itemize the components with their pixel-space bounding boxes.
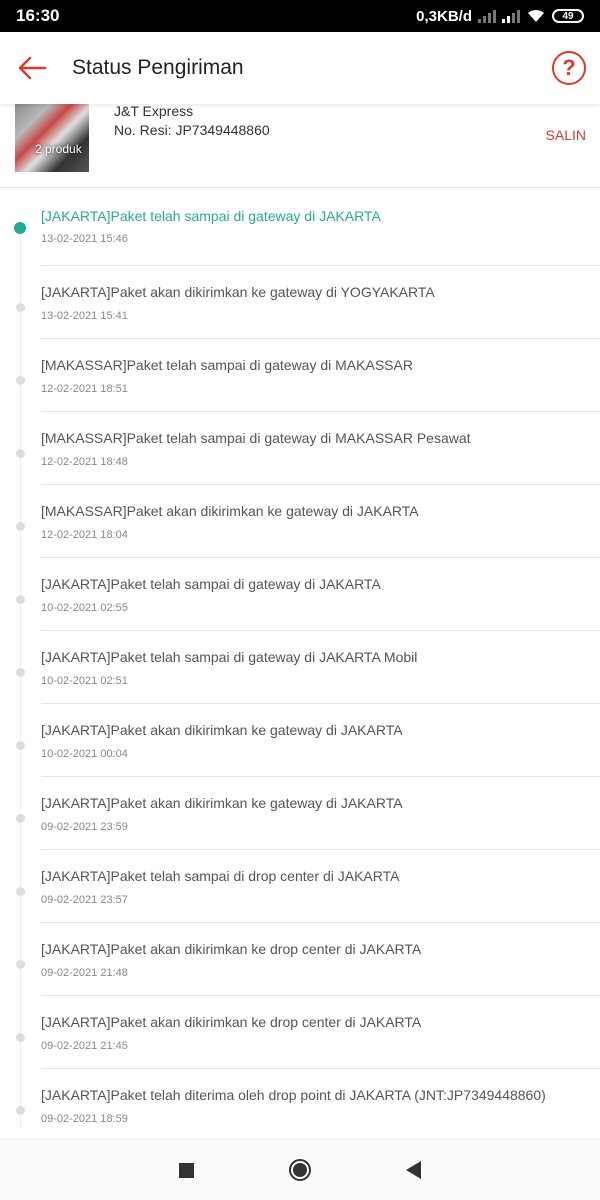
timeline-dot <box>16 960 25 969</box>
tracking-timeline: [JAKARTA]Paket telah sampai di gateway d… <box>0 189 600 1139</box>
product-count: 2 produk <box>35 142 82 156</box>
event-timestamp: 13-02-2021 15:41 <box>41 310 128 322</box>
wifi-icon <box>528 9 544 22</box>
event-timestamp: 09-02-2021 21:48 <box>41 967 128 979</box>
timeline-event: [JAKARTA]Paket telah sampai di gateway d… <box>0 558 600 631</box>
event-timestamp: 10-02-2021 00:04 <box>41 748 128 760</box>
timeline-dot <box>16 1106 25 1115</box>
timeline-event: [MAKASSAR]Paket telah sampai di gateway … <box>0 339 600 412</box>
courier-name: J&T Express <box>114 103 194 119</box>
event-description: [JAKARTA]Paket telah diterima oleh drop … <box>41 1087 546 1103</box>
event-timestamp: 12-02-2021 18:51 <box>41 383 128 395</box>
timeline-dot <box>16 522 25 531</box>
timeline-dot <box>16 376 25 385</box>
event-description: [JAKARTA]Paket akan dikirimkan ke drop c… <box>41 1014 422 1030</box>
copy-button[interactable]: SALIN <box>546 127 586 143</box>
event-timestamp: 09-02-2021 18:59 <box>41 1113 128 1125</box>
page-title: Status Pengiriman <box>72 56 244 79</box>
system-nav-bar <box>0 1139 600 1200</box>
timeline-event: [JAKARTA]Paket akan dikirimkan ke gatewa… <box>0 266 600 339</box>
event-description: [MAKASSAR]Paket telah sampai di gateway … <box>41 430 471 446</box>
help-button[interactable]: ? <box>552 51 586 85</box>
event-description: [JAKARTA]Paket akan dikirimkan ke gatewa… <box>41 284 435 300</box>
timeline-dot <box>16 668 25 677</box>
back-button[interactable] <box>0 32 64 104</box>
app-header: Status Pengiriman ? <box>0 32 600 104</box>
timeline-event: [JAKARTA]Paket akan dikirimkan ke drop c… <box>0 996 600 1069</box>
timeline-event: [MAKASSAR]Paket akan dikirimkan ke gatew… <box>0 485 600 558</box>
event-timestamp: 12-02-2021 18:04 <box>41 529 128 541</box>
product-thumbnail[interactable]: 2 produk <box>15 104 89 172</box>
network-speed: 0,3KB/d <box>416 7 472 25</box>
event-description: [JAKARTA]Paket telah sampai di gateway d… <box>41 208 381 224</box>
event-description: [JAKARTA]Paket telah sampai di gateway d… <box>41 649 418 665</box>
timeline-event: [JAKARTA]Paket telah sampai di gateway d… <box>0 631 600 704</box>
status-bar: 16:30 0,3KB/d 49 <box>0 0 600 32</box>
event-description: [JAKARTA]Paket akan dikirimkan ke gatewa… <box>41 722 403 738</box>
shipment-info: 2 produk J&T Express No. Resi: JP7349448… <box>0 103 600 188</box>
recents-icon[interactable] <box>179 1162 194 1178</box>
event-timestamp: 09-02-2021 23:59 <box>41 821 128 833</box>
timeline-event: [JAKARTA]Paket telah diterima oleh drop … <box>0 1069 600 1139</box>
event-timestamp: 09-02-2021 21:45 <box>41 1040 128 1052</box>
timeline-dot <box>16 887 25 896</box>
event-timestamp: 09-02-2021 23:57 <box>41 894 128 906</box>
status-icons: 0,3KB/d 49 <box>416 8 584 25</box>
event-description: [JAKARTA]Paket akan dikirimkan ke gatewa… <box>41 795 403 811</box>
timeline-event: [JAKARTA]Paket akan dikirimkan ke drop c… <box>0 923 600 996</box>
timeline-dot <box>16 303 25 312</box>
event-description: [JAKARTA]Paket telah sampai di gateway d… <box>41 576 381 592</box>
home-icon[interactable] <box>289 1159 311 1181</box>
battery-icon: 49 <box>552 9 584 23</box>
clock: 16:30 <box>16 6 60 25</box>
event-timestamp: 10-02-2021 02:51 <box>41 675 128 687</box>
event-timestamp: 13-02-2021 15:46 <box>41 233 128 245</box>
event-timestamp: 10-02-2021 02:55 <box>41 602 128 614</box>
event-description: [MAKASSAR]Paket akan dikirimkan ke gatew… <box>41 503 419 519</box>
timeline-dot-active <box>14 222 26 234</box>
event-description: [JAKARTA]Paket akan dikirimkan ke drop c… <box>41 941 422 957</box>
timeline-dot <box>16 741 25 750</box>
timeline-dot <box>16 449 25 458</box>
timeline-dot <box>16 814 25 823</box>
signal-icon <box>478 9 496 23</box>
timeline-event-current: [JAKARTA]Paket telah sampai di gateway d… <box>0 189 600 266</box>
event-description: [JAKARTA]Paket telah sampai di drop cent… <box>41 868 400 884</box>
timeline-dot <box>16 1033 25 1042</box>
event-description: [MAKASSAR]Paket telah sampai di gateway … <box>41 357 413 373</box>
signal-2-icon <box>502 9 520 23</box>
timeline-event: [JAKARTA]Paket telah sampai di drop cent… <box>0 850 600 923</box>
tracking-number: No. Resi: JP7349448860 <box>114 122 270 138</box>
timeline-event: [MAKASSAR]Paket telah sampai di gateway … <box>0 412 600 485</box>
back-triangle-icon[interactable] <box>406 1161 421 1179</box>
timeline-event: [JAKARTA]Paket akan dikirimkan ke gatewa… <box>0 704 600 777</box>
arrow-left-icon <box>18 56 47 80</box>
timeline-event: [JAKARTA]Paket akan dikirimkan ke gatewa… <box>0 777 600 850</box>
timeline-dot <box>16 595 25 604</box>
event-timestamp: 12-02-2021 18:48 <box>41 456 128 468</box>
question-icon: ? <box>562 55 576 80</box>
